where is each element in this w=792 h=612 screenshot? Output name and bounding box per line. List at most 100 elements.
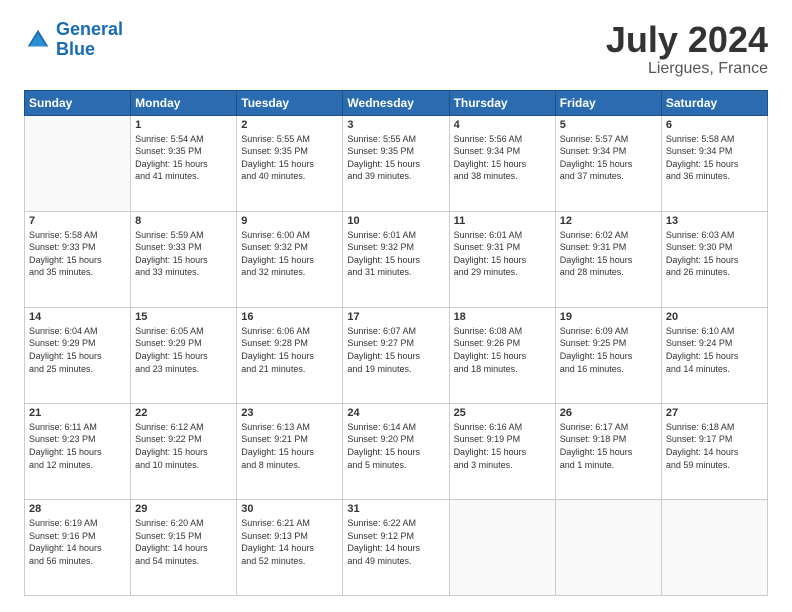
- day-number: 27: [666, 407, 763, 419]
- sub-title: Liergues, France: [606, 60, 768, 78]
- day-cell: 8Sunrise: 5:59 AM Sunset: 9:33 PM Daylig…: [131, 211, 237, 307]
- calendar-header-row: SundayMondayTuesdayWednesdayThursdayFrid…: [25, 90, 768, 115]
- day-cell: 5 Sunrise: 5:57 AM Sunset: 9:34 PM Daylig…: [555, 115, 661, 211]
- day-info: Sunrise: 6:09 AM Sunset: 9:25 PM Dayligh…: [560, 325, 657, 375]
- day-number: 7: [29, 215, 126, 227]
- day-info: Sunrise: 6:16 AM Sunset: 9:19 PM Dayligh…: [454, 421, 551, 471]
- day-cell: 24 Sunrise: 6:14 AM Sunset: 9:20 PM Dayli…: [343, 403, 449, 499]
- day-cell: 31 Sunrise: 6:22 AM Sunset: 9:12 PM Dayli…: [343, 499, 449, 595]
- day-cell: 10 Sunrise: 6:01 AM Sunset: 9:32 PM Dayli…: [343, 211, 449, 307]
- day-info: Sunrise: 6:12 AM Sunset: 9:22 PM Dayligh…: [135, 421, 232, 471]
- col-header-sunday: Sunday: [25, 90, 131, 115]
- day-info: Sunrise: 6:14 AM Sunset: 9:20 PM Dayligh…: [347, 421, 444, 471]
- logo-icon: [24, 26, 52, 54]
- day-cell: 14 Sunrise: 6:04 AM Sunset: 9:29 PM Dayli…: [25, 307, 131, 403]
- day-info: Sunrise: 6:03 AM Sunset: 9:30 PM Dayligh…: [666, 229, 763, 279]
- day-number: 26: [560, 407, 657, 419]
- day-cell: 1 Sunrise: 5:54 AM Sunset: 9:35 PM Daylig…: [131, 115, 237, 211]
- day-number: 28: [29, 503, 126, 515]
- day-info: Sunrise: 5:55 AM Sunset: 9:35 PM Dayligh…: [347, 133, 444, 183]
- day-cell: 28 Sunrise: 6:19 AM Sunset: 9:16 PM Dayli…: [25, 499, 131, 595]
- logo-text: General Blue: [56, 20, 123, 60]
- day-info: Sunrise: 6:21 AM Sunset: 9:13 PM Dayligh…: [241, 517, 338, 567]
- day-cell: 12Sunrise: 6:02 AM Sunset: 9:31 PM Dayli…: [555, 211, 661, 307]
- day-number: 19: [560, 311, 657, 323]
- day-info: Sunrise: 6:07 AM Sunset: 9:27 PM Dayligh…: [347, 325, 444, 375]
- day-info: Sunrise: 5:54 AM Sunset: 9:35 PM Dayligh…: [135, 133, 232, 183]
- day-number: 4: [454, 119, 551, 131]
- day-cell: 2Sunrise: 5:55 AM Sunset: 9:35 PM Daylig…: [237, 115, 343, 211]
- calendar-table: SundayMondayTuesdayWednesdayThursdayFrid…: [24, 90, 768, 596]
- day-cell: [449, 499, 555, 595]
- day-number: 5: [560, 119, 657, 131]
- day-number: 25: [454, 407, 551, 419]
- col-header-friday: Friday: [555, 90, 661, 115]
- day-info: Sunrise: 6:22 AM Sunset: 9:12 PM Dayligh…: [347, 517, 444, 567]
- day-number: 30: [241, 503, 338, 515]
- day-cell: 19 Sunrise: 6:09 AM Sunset: 9:25 PM Dayli…: [555, 307, 661, 403]
- day-info: Sunrise: 6:20 AM Sunset: 9:15 PM Dayligh…: [135, 517, 232, 567]
- logo-general: General: [56, 19, 123, 39]
- day-info: Sunrise: 6:08 AM Sunset: 9:26 PM Dayligh…: [454, 325, 551, 375]
- day-info: Sunrise: 6:04 AM Sunset: 9:29 PM Dayligh…: [29, 325, 126, 375]
- day-number: 21: [29, 407, 126, 419]
- day-number: 22: [135, 407, 232, 419]
- day-cell: [555, 499, 661, 595]
- day-cell: 9 Sunrise: 6:00 AM Sunset: 9:32 PM Daylig…: [237, 211, 343, 307]
- day-cell: 26 Sunrise: 6:17 AM Sunset: 9:18 PM Dayli…: [555, 403, 661, 499]
- week-row-1: 1 Sunrise: 5:54 AM Sunset: 9:35 PM Daylig…: [25, 115, 768, 211]
- day-number: 9: [241, 215, 338, 227]
- day-number: 10: [347, 215, 444, 227]
- main-title: July 2024: [606, 20, 768, 60]
- col-header-wednesday: Wednesday: [343, 90, 449, 115]
- day-number: 24: [347, 407, 444, 419]
- day-info: Sunrise: 5:56 AM Sunset: 9:34 PM Dayligh…: [454, 133, 551, 183]
- day-cell: 22 Sunrise: 6:12 AM Sunset: 9:22 PM Dayli…: [131, 403, 237, 499]
- day-cell: 27 Sunrise: 6:18 AM Sunset: 9:17 PM Dayli…: [661, 403, 767, 499]
- day-number: 1: [135, 119, 232, 131]
- title-block: July 2024 Liergues, France: [606, 20, 768, 78]
- header: General Blue July 2024 Liergues, France: [24, 20, 768, 78]
- day-cell: 20Sunrise: 6:10 AM Sunset: 9:24 PM Dayli…: [661, 307, 767, 403]
- day-info: Sunrise: 6:01 AM Sunset: 9:32 PM Dayligh…: [347, 229, 444, 279]
- day-number: 14: [29, 311, 126, 323]
- logo: General Blue: [24, 20, 123, 60]
- logo-blue: Blue: [56, 40, 123, 60]
- day-info: Sunrise: 6:06 AM Sunset: 9:28 PM Dayligh…: [241, 325, 338, 375]
- day-number: 31: [347, 503, 444, 515]
- col-header-thursday: Thursday: [449, 90, 555, 115]
- day-cell: 29 Sunrise: 6:20 AM Sunset: 9:15 PM Dayli…: [131, 499, 237, 595]
- day-info: Sunrise: 5:57 AM Sunset: 9:34 PM Dayligh…: [560, 133, 657, 183]
- day-number: 2: [241, 119, 338, 131]
- day-cell: 3 Sunrise: 5:55 AM Sunset: 9:35 PM Daylig…: [343, 115, 449, 211]
- week-row-5: 28 Sunrise: 6:19 AM Sunset: 9:16 PM Dayli…: [25, 499, 768, 595]
- day-number: 6: [666, 119, 763, 131]
- day-number: 11: [454, 215, 551, 227]
- day-cell: 23Sunrise: 6:13 AM Sunset: 9:21 PM Dayli…: [237, 403, 343, 499]
- week-row-2: 7Sunrise: 5:58 AM Sunset: 9:33 PM Daylig…: [25, 211, 768, 307]
- day-info: Sunrise: 6:17 AM Sunset: 9:18 PM Dayligh…: [560, 421, 657, 471]
- day-cell: 17 Sunrise: 6:07 AM Sunset: 9:27 PM Dayli…: [343, 307, 449, 403]
- day-info: Sunrise: 6:18 AM Sunset: 9:17 PM Dayligh…: [666, 421, 763, 471]
- week-row-4: 21 Sunrise: 6:11 AM Sunset: 9:23 PM Dayli…: [25, 403, 768, 499]
- day-info: Sunrise: 6:19 AM Sunset: 9:16 PM Dayligh…: [29, 517, 126, 567]
- day-number: 15: [135, 311, 232, 323]
- day-info: Sunrise: 5:58 AM Sunset: 9:34 PM Dayligh…: [666, 133, 763, 183]
- day-info: Sunrise: 6:10 AM Sunset: 9:24 PM Dayligh…: [666, 325, 763, 375]
- day-cell: 16Sunrise: 6:06 AM Sunset: 9:28 PM Dayli…: [237, 307, 343, 403]
- day-cell: 11Sunrise: 6:01 AM Sunset: 9:31 PM Dayli…: [449, 211, 555, 307]
- col-header-tuesday: Tuesday: [237, 90, 343, 115]
- day-info: Sunrise: 6:11 AM Sunset: 9:23 PM Dayligh…: [29, 421, 126, 471]
- day-number: 3: [347, 119, 444, 131]
- day-cell: [661, 499, 767, 595]
- day-info: Sunrise: 6:05 AM Sunset: 9:29 PM Dayligh…: [135, 325, 232, 375]
- day-number: 23: [241, 407, 338, 419]
- col-header-saturday: Saturday: [661, 90, 767, 115]
- day-info: Sunrise: 6:00 AM Sunset: 9:32 PM Dayligh…: [241, 229, 338, 279]
- day-info: Sunrise: 6:02 AM Sunset: 9:31 PM Dayligh…: [560, 229, 657, 279]
- day-cell: 4 Sunrise: 5:56 AM Sunset: 9:34 PM Daylig…: [449, 115, 555, 211]
- day-number: 29: [135, 503, 232, 515]
- day-number: 17: [347, 311, 444, 323]
- day-number: 13: [666, 215, 763, 227]
- page: General Blue July 2024 Liergues, France …: [0, 0, 792, 612]
